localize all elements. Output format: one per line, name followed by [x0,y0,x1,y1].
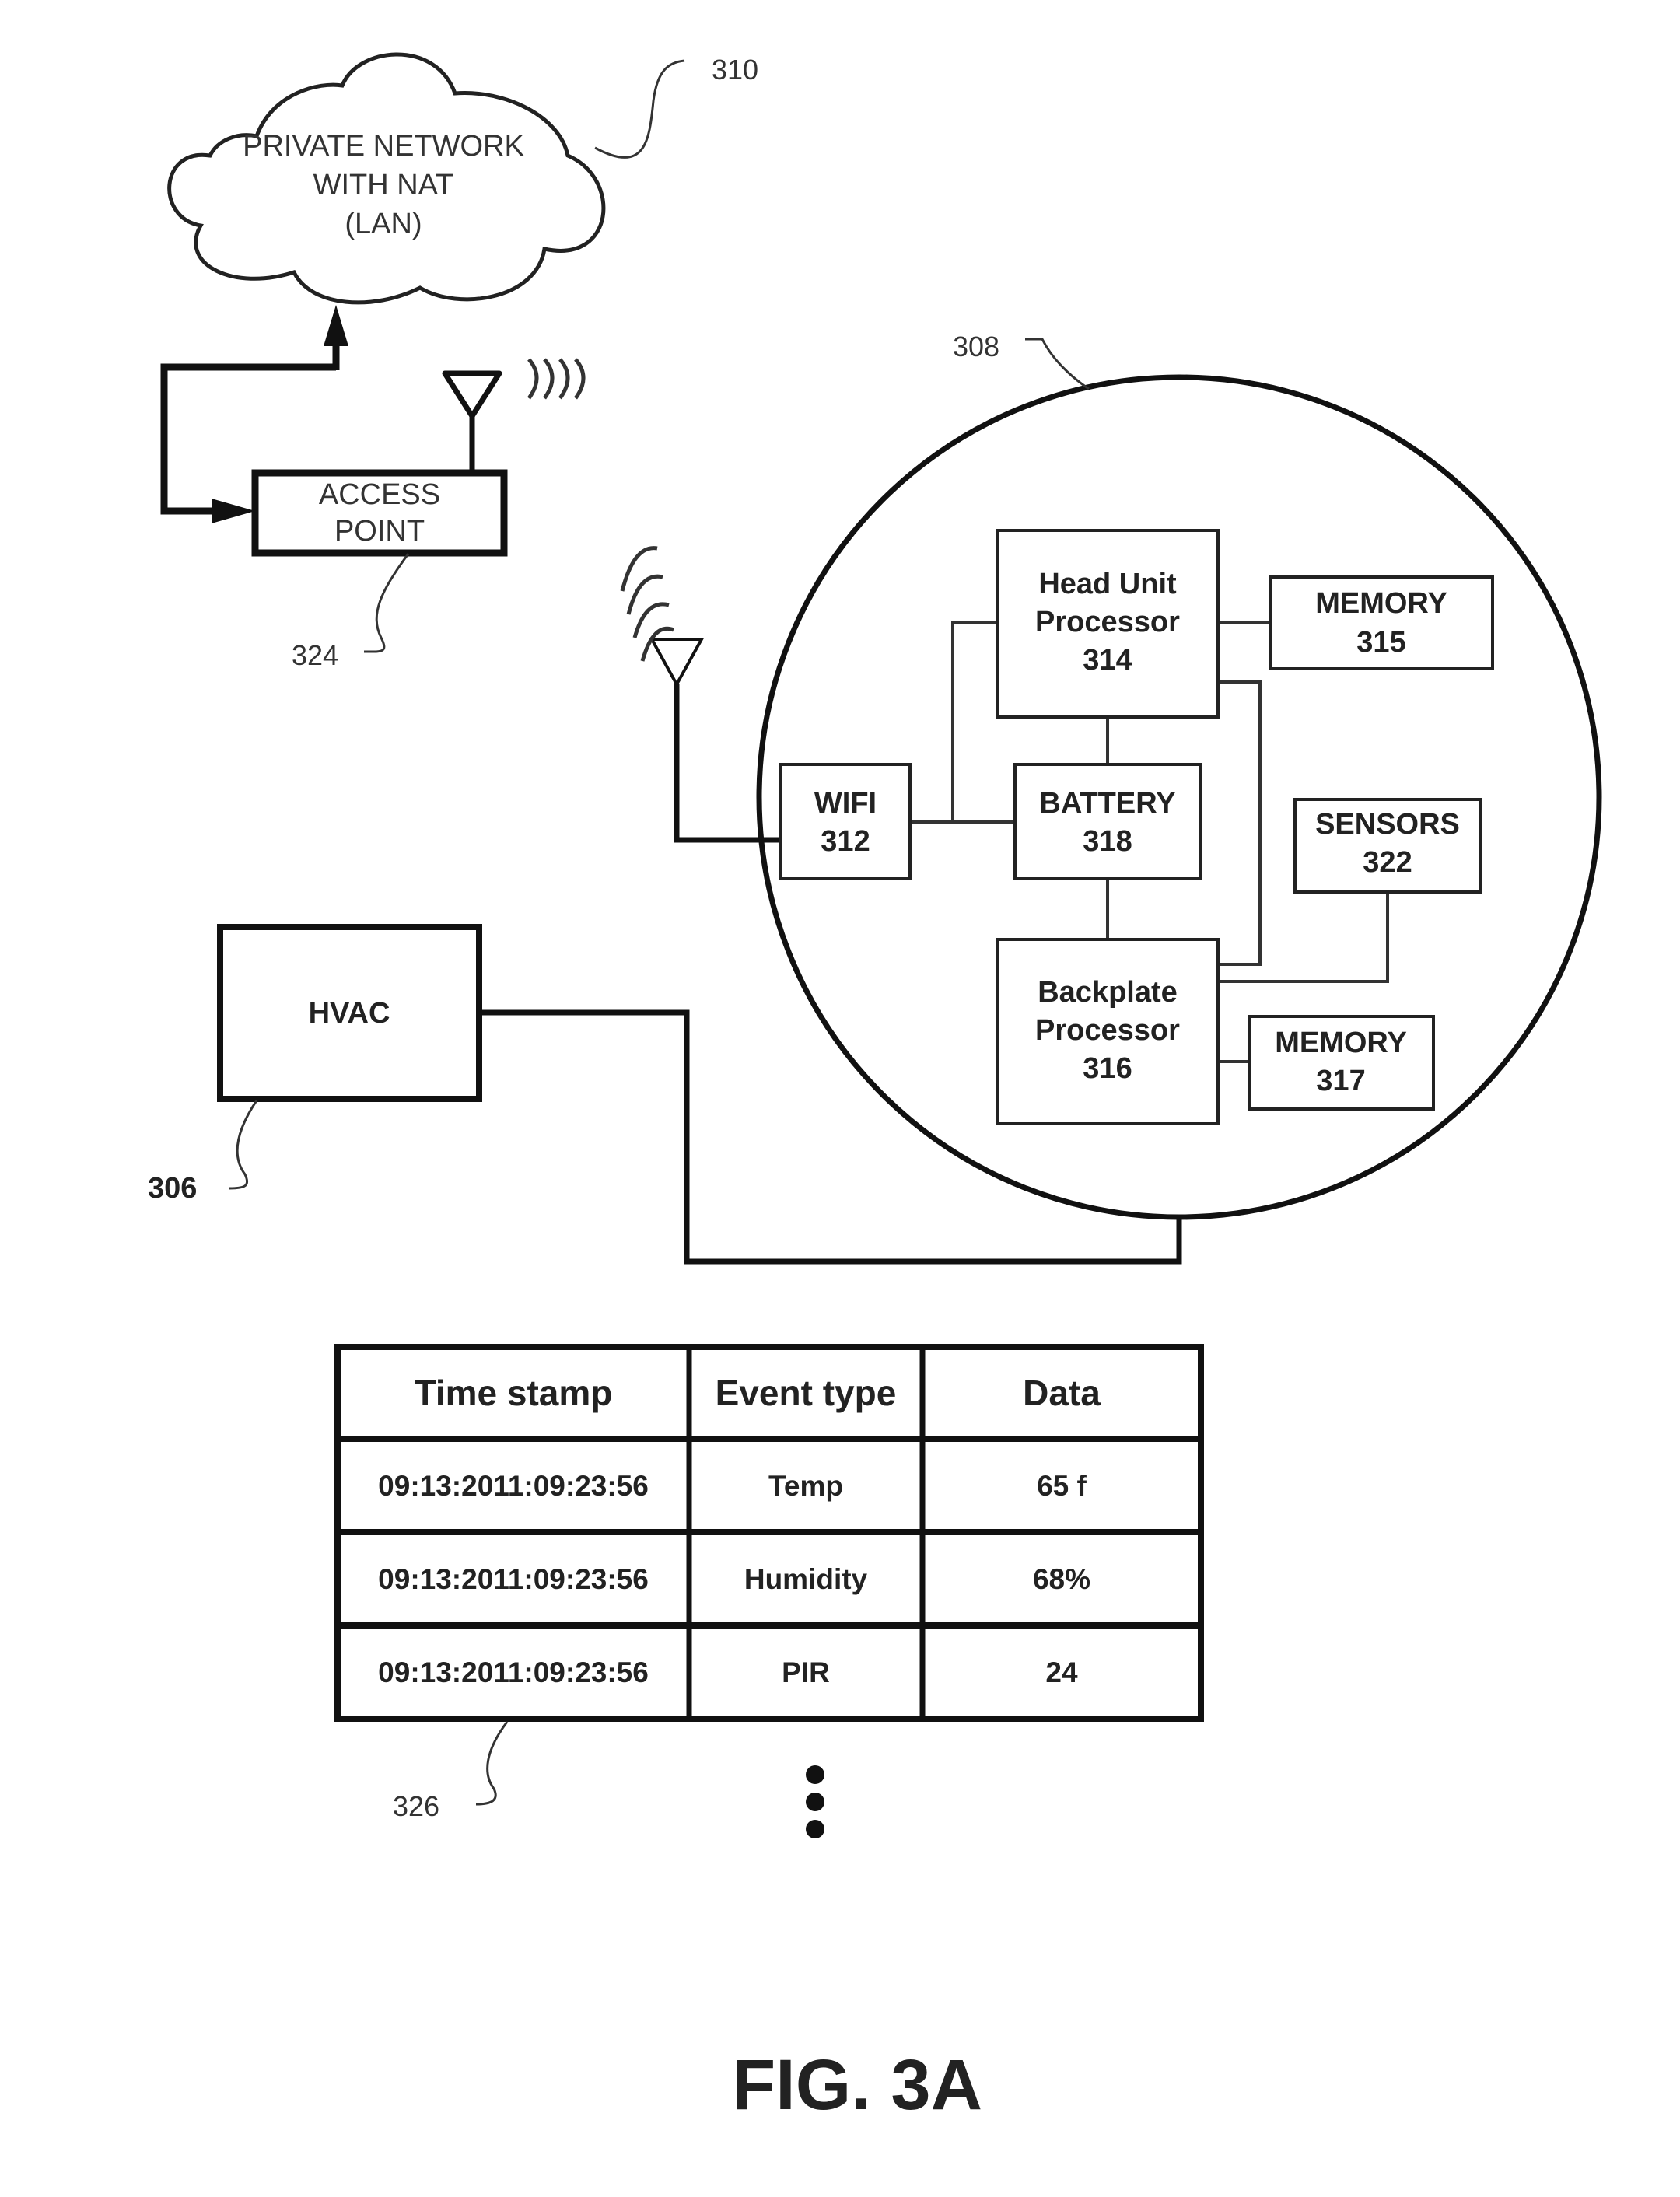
diagram-canvas: PRIVATE NETWORK WITH NAT (LAN) 310 ACCES… [148,52,1602,2125]
memory-317-text-2: 317 [1316,1065,1365,1097]
table-cell: 68% [1033,1563,1090,1595]
cloud-text-line-2: WITH NAT [313,169,454,201]
sensors-block: SENSORS 322 [1293,798,1482,894]
memory-315-block: MEMORY 315 [1269,575,1494,670]
figure-title: FIG. 3A [732,2045,982,2125]
table-cell: 24 [1045,1656,1078,1688]
ref-326-leader [475,1721,509,1806]
sensors-text-1: SENSORS [1315,808,1460,841]
sensors-text-2: 322 [1363,846,1412,879]
head-unit-text-3: 314 [1083,644,1132,677]
arrow-up-icon [324,305,348,346]
battery-block: BATTERY 318 [1013,763,1202,880]
access-point-text-2: POINT [334,515,425,548]
table-cell: 09:13:2011:09:23:56 [378,1470,649,1502]
memory-315-text-1: MEMORY [1315,587,1447,620]
cloud-text-line-3: (LAN) [345,208,422,240]
ref-324-leader [363,553,410,653]
table-cell: Temp [768,1470,843,1502]
table-header-cell: Data [1023,1373,1101,1413]
memory-317-text-1: MEMORY [1275,1027,1407,1059]
head-unit-text-1: Head Unit [1038,568,1177,600]
ref-310-label: 310 [712,54,758,86]
access-point-text-1: ACCESS [319,478,440,511]
private-network-cloud: PRIVATE NETWORK WITH NAT (LAN) [167,52,606,305]
table-cell: PIR [782,1656,830,1688]
backplate-text-3: 316 [1083,1052,1132,1085]
ref-324-label: 324 [292,639,338,671]
backplate-processor-block: Backplate Processor 316 [996,938,1220,1125]
ref-306-label: 306 [148,1172,197,1205]
table-header-cell: Event type [716,1373,897,1413]
ref-308-label: 308 [953,331,999,362]
table-cell: Humidity [744,1563,868,1595]
table-cell: 09:13:2011:09:23:56 [378,1656,649,1688]
memory-315-text-2: 315 [1356,626,1405,659]
memory-317-block: MEMORY 317 [1248,1015,1435,1111]
battery-text-1: BATTERY [1039,787,1175,820]
hvac-label: HVAC [309,997,390,1030]
wireless-signal-icon [527,358,586,400]
ref-326-label: 326 [393,1790,439,1822]
ref-310-leader [594,59,685,159]
table-cell: 09:13:2011:09:23:56 [378,1563,649,1595]
backplate-text-1: Backplate [1038,976,1178,1009]
ref-306-leader [229,1100,258,1190]
wifi-text-1: WIFI [814,787,877,820]
more-rows-ellipsis-icon [806,1765,824,1838]
access-point: ACCESS POINT [251,469,508,557]
access-point-antenna-icon [442,370,502,470]
hvac-unit: HVAC [217,924,482,1102]
battery-text-2: 318 [1083,825,1132,858]
wifi-text-2: 312 [821,825,870,858]
cloud-text-line-1: PRIVATE NETWORK [243,130,524,163]
wifi-block: WIFI 312 [779,763,912,880]
table-header-cell: Time stamp [415,1373,613,1413]
backplate-text-2: Processor [1035,1014,1180,1047]
event-table: Time stamp Event type Data 09:13:2011:09:23… [334,1344,1204,1722]
ref-308-leader [1025,338,1090,390]
table-cell: 65 f [1037,1470,1087,1502]
head-unit-processor-block: Head Unit Processor 314 [996,529,1220,719]
arrow-right-icon [212,499,255,523]
head-unit-text-2: Processor [1035,606,1180,638]
